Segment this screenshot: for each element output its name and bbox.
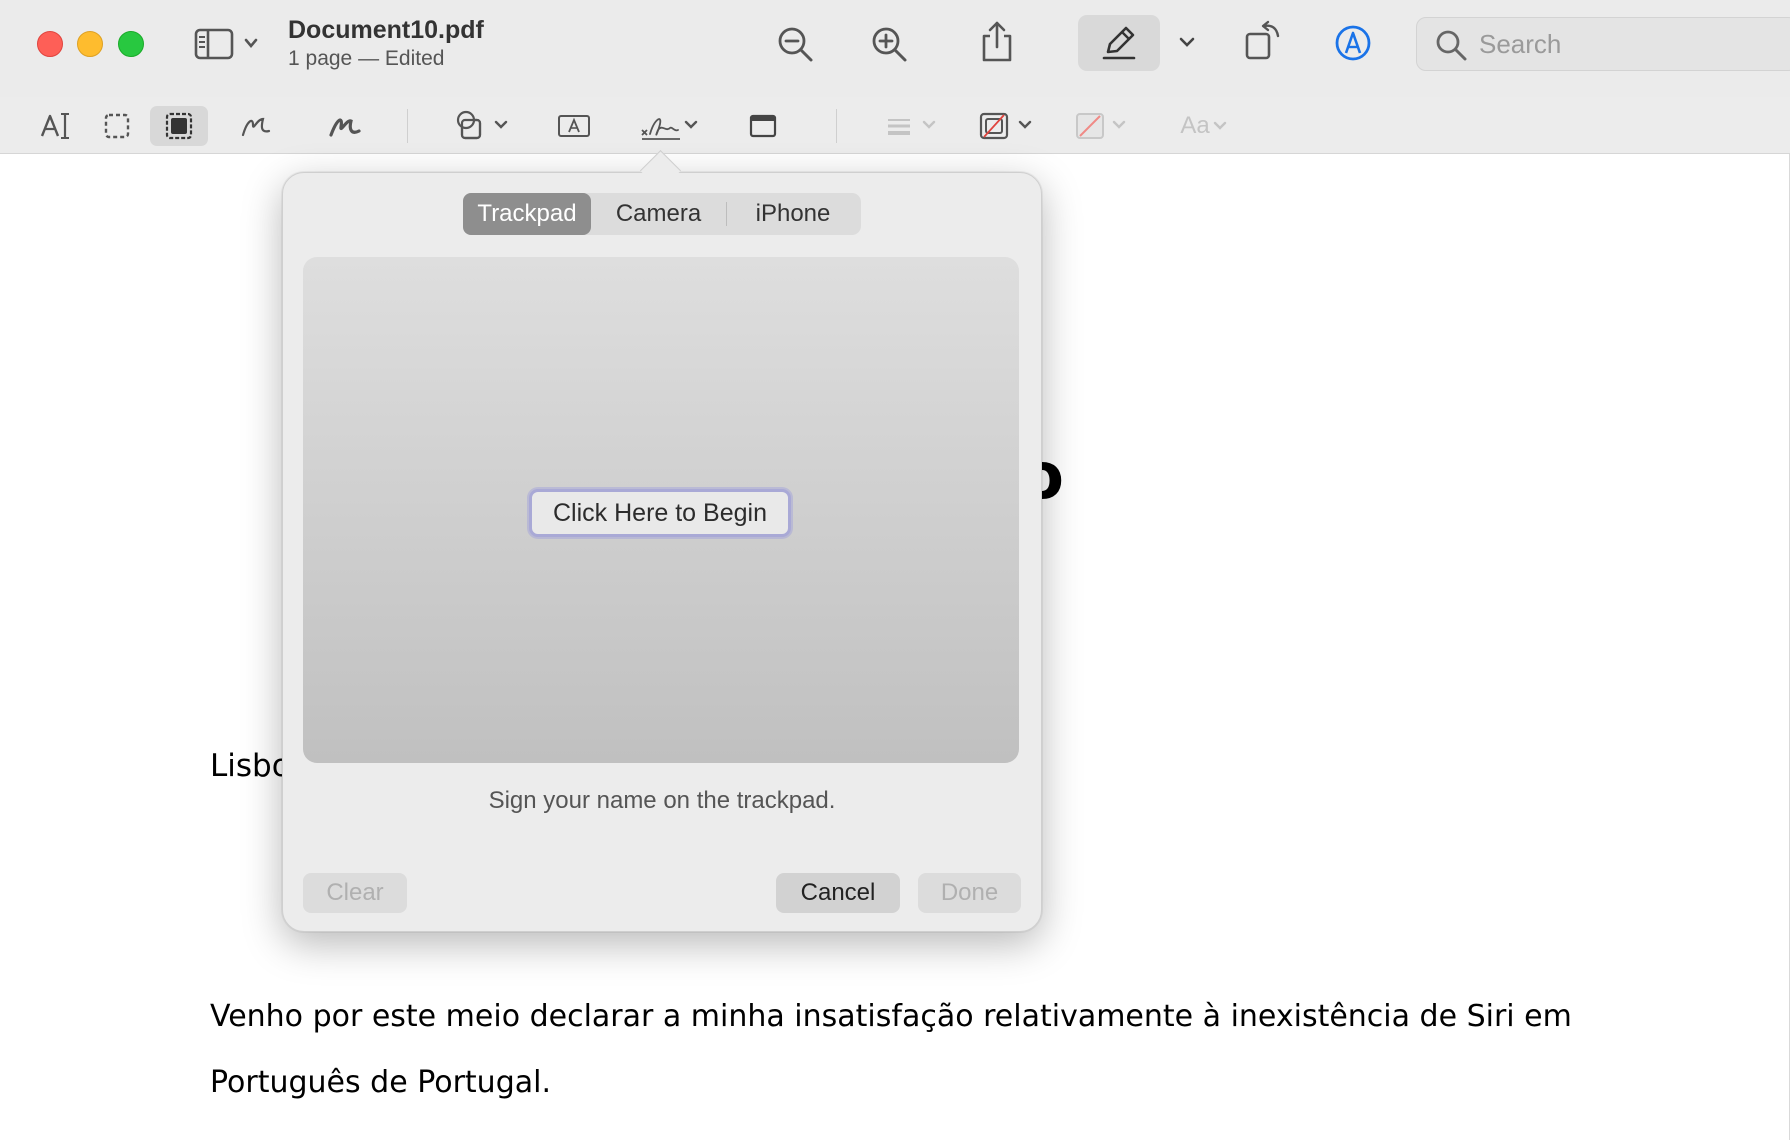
minimize-window-button[interactable] <box>77 31 103 57</box>
annotate-icon[interactable] <box>1334 24 1372 62</box>
chevron-down-icon <box>1213 121 1226 130</box>
font-style-icon: Aa <box>1180 112 1210 139</box>
smart-lasso-tool[interactable] <box>150 106 208 146</box>
rotate-icon[interactable] <box>1244 20 1284 62</box>
sign-icon <box>641 118 698 140</box>
tab-iphone[interactable]: iPhone <box>727 193 859 235</box>
text-box-icon <box>558 115 590 137</box>
shapes-tool[interactable] <box>454 106 512 146</box>
search-field[interactable] <box>1416 17 1790 71</box>
done-button[interactable]: Done <box>918 873 1021 913</box>
fill-color-icon <box>1076 113 1126 139</box>
smart-lasso-icon <box>165 112 193 140</box>
sidebar-icon <box>194 28 258 60</box>
line-style-menu[interactable] <box>884 106 942 146</box>
note-tool[interactable] <box>748 106 778 146</box>
draw-icon <box>329 118 361 137</box>
draw-tool[interactable] <box>324 106 364 146</box>
sketch-tool[interactable] <box>236 106 276 146</box>
signature-drawing-area[interactable]: Click Here to Begin <box>303 257 1019 763</box>
search-icon <box>1436 30 1467 61</box>
title-bar: Document10.pdf 1 page — Edited <box>0 0 1790 98</box>
close-window-button[interactable] <box>37 31 63 57</box>
sketch-icon <box>241 117 271 137</box>
sign-tool[interactable] <box>640 106 702 146</box>
line-style-icon <box>888 119 936 135</box>
zoom-in-icon[interactable] <box>870 25 908 63</box>
fill-color-menu[interactable] <box>1074 106 1132 146</box>
document-title[interactable]: Document10.pdf <box>288 16 484 45</box>
signature-popover: Trackpad Camera iPhone Click Here to Beg… <box>282 172 1042 932</box>
tab-trackpad[interactable]: Trackpad <box>463 193 591 235</box>
document-status: 1 page — Edited <box>288 47 445 70</box>
font-style-menu[interactable]: Aa <box>1176 106 1236 146</box>
markup-toolbar-button[interactable] <box>1078 15 1160 71</box>
toolbar-separator <box>836 109 837 143</box>
text-box-tool[interactable] <box>556 106 592 146</box>
share-icon[interactable] <box>980 20 1014 62</box>
sidebar-toggle-button[interactable] <box>194 26 266 62</box>
search-input[interactable] <box>1477 28 1781 60</box>
click-here-to-begin-button[interactable]: Click Here to Begin <box>529 489 791 537</box>
shapes-icon <box>456 110 508 140</box>
border-color-icon <box>979 112 1032 140</box>
zoom-out-icon[interactable] <box>776 25 814 63</box>
markup-pen-icon <box>1102 26 1136 60</box>
border-color-menu[interactable] <box>978 106 1038 146</box>
toolbar-separator <box>407 109 408 143</box>
text-selection-icon <box>40 113 69 139</box>
document-paragraph-line: Venho por este meio declarar a minha ins… <box>210 999 1572 1034</box>
clear-button[interactable]: Clear <box>303 873 407 913</box>
document-paragraph-line: Português de Portugal. <box>210 1065 551 1100</box>
tab-camera[interactable]: Camera <box>591 193 726 235</box>
rectangular-selection-tool[interactable] <box>98 106 136 146</box>
chevron-down-icon[interactable] <box>1178 36 1196 50</box>
rectangular-selection-icon <box>104 113 130 139</box>
signature-instructions: Sign your name on the trackpad. <box>488 787 836 814</box>
document-text-fragment: Lisbo <box>210 748 291 784</box>
cancel-button[interactable]: Cancel <box>776 873 900 913</box>
zoom-window-button[interactable] <box>118 31 144 57</box>
signature-source-tabs: Trackpad Camera iPhone <box>463 193 861 235</box>
text-selection-tool[interactable] <box>36 106 76 146</box>
note-icon <box>749 114 777 138</box>
markup-toolbar: Aa <box>0 97 1790 154</box>
